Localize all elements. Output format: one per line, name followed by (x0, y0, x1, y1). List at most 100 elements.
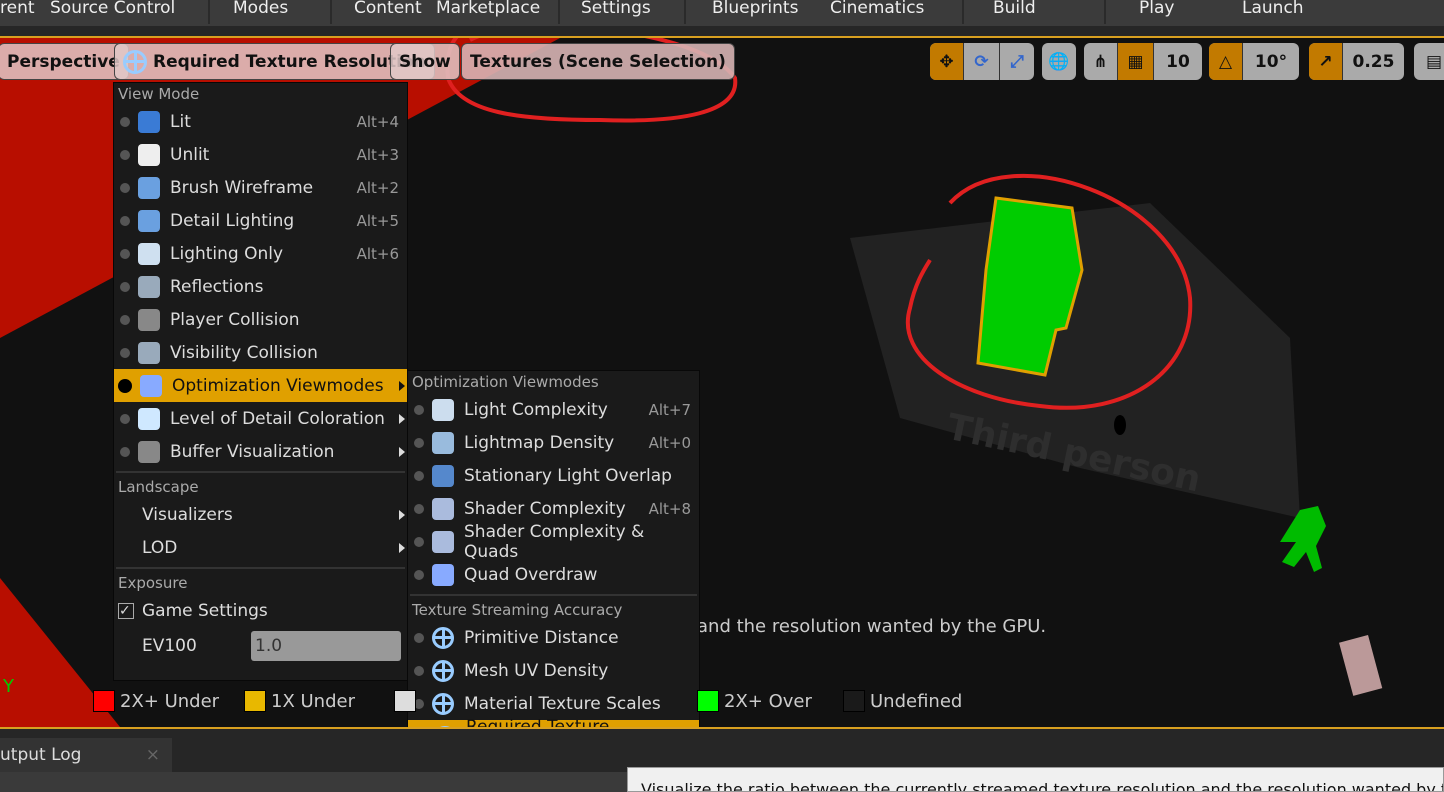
menu-content[interactable]: Content (354, 0, 422, 18)
menu-item-level-of-detail-coloration[interactable]: Level of Detail Coloration (114, 402, 407, 435)
unlit-shield-icon (138, 143, 160, 166)
menu-item-lod[interactable]: LOD (114, 531, 407, 564)
close-tab-icon[interactable]: × (146, 738, 160, 772)
menu-modes[interactable]: Modes (233, 0, 288, 18)
translate-icon[interactable]: ✥ (930, 43, 964, 80)
legend-item: 1X Under (244, 690, 355, 712)
menu-play[interactable]: Play (1139, 0, 1174, 18)
menu-item-unlit[interactable]: Unlit Alt+3 (114, 138, 407, 171)
viewport-hint-text: and the resolution wanted by the GPU. (697, 616, 1047, 637)
menu-item-visualizers[interactable]: Visualizers (114, 498, 407, 531)
output-log-tab[interactable]: utput Log × (0, 738, 172, 772)
submenu-item-lightmap-density[interactable]: Lightmap Density Alt+0 (408, 426, 699, 459)
menu-content-browser[interactable]: rent (0, 0, 35, 18)
item-label: Shader Complexity (464, 498, 626, 519)
item-label: Shader Complexity & Quads (464, 521, 645, 562)
perspective-button[interactable]: Perspective (0, 43, 129, 80)
menu-blueprints[interactable]: Blueprints (712, 0, 798, 18)
item-label: Mesh UV Density (464, 660, 609, 681)
ev100-spinbox[interactable]: 1.0 (251, 631, 401, 661)
submenu-item-mesh-uv-density[interactable]: Mesh UV Density (408, 654, 699, 687)
item-label: Lit (170, 111, 191, 132)
item-label: Level of Detail Coloration (170, 408, 385, 429)
rotation-snap-value[interactable]: 10° (1243, 43, 1299, 80)
game-settings-checkbox[interactable]: ✓ Game Settings (114, 594, 407, 627)
lightmap-density-icon (432, 431, 454, 454)
shadow-marker (1114, 415, 1126, 435)
submenu-item-light-complexity[interactable]: Light Complexity Alt+7 (408, 393, 699, 426)
radio-indicator (120, 446, 130, 457)
submenu-item-material-texture-scales[interactable]: Material Texture Scales (408, 687, 699, 720)
radio-indicator (120, 248, 130, 259)
submenu-item-stationary-light-overlap[interactable]: Stationary Light Overlap (408, 459, 699, 492)
menu-item-detail-lighting[interactable]: Detail Lighting Alt+5 (114, 204, 407, 237)
legend-label: 2X+ Under (120, 690, 220, 712)
item-label: Detail Lighting (170, 210, 295, 231)
grid-snap-icon[interactable]: ▦ (1118, 43, 1154, 80)
radio-indicator (120, 413, 130, 424)
menu-item-player-collision[interactable]: Player Collision (114, 303, 407, 336)
globe-icon: 🌐 (1048, 51, 1070, 72)
surface-snap-icon[interactable]: ⋔ (1084, 43, 1118, 80)
show-button[interactable]: Show (390, 43, 460, 80)
exposure-header: Exposure (118, 574, 188, 592)
item-label: Reflections (170, 276, 264, 297)
item-label: Brush Wireframe (170, 177, 314, 198)
submenu-item-shader-complexity[interactable]: Shader Complexity Alt+8 (408, 492, 699, 525)
ev100-row: EV100 1.0 (114, 627, 407, 665)
divider (116, 567, 405, 569)
character-figure (1280, 506, 1326, 572)
grid-snap-value[interactable]: 10 (1154, 43, 1202, 80)
textures-scene-selection-button[interactable]: Textures (Scene Selection) (461, 43, 735, 80)
menu-item-optimization-viewmodes[interactable]: Optimization Viewmodes (114, 369, 407, 402)
rotation-snap-icon[interactable]: △ (1209, 43, 1243, 80)
quad-overdraw-icon (432, 563, 454, 586)
menu-cinematics[interactable]: Cinematics (830, 0, 924, 18)
world-local-toggle[interactable]: 🌐 (1042, 43, 1076, 80)
legend-item (394, 690, 421, 712)
menu-marketplace[interactable]: Marketplace (436, 0, 540, 18)
player-start-icon (1339, 634, 1383, 696)
radio-indicator (120, 314, 130, 325)
menu-item-buffer-visualization[interactable]: Buffer Visualization (114, 435, 407, 468)
scale-snap-icon[interactable]: ↗ (1309, 43, 1343, 80)
viewmode-button[interactable]: Required Texture Resolution (114, 43, 435, 80)
shortcut-label: Alt+2 (356, 178, 399, 197)
menu-settings[interactable]: Settings (581, 0, 651, 18)
item-label: Visibility Collision (170, 342, 318, 363)
menu-item-lit[interactable]: Lit Alt+4 (114, 105, 407, 138)
shader-complexity-quads-icon (432, 530, 454, 553)
scale-snap-value[interactable]: 0.25 (1343, 43, 1404, 80)
visibility-collision-icon (138, 341, 160, 364)
item-label: Light Complexity (464, 399, 608, 420)
show-label: Show (399, 51, 451, 72)
radio-indicator (120, 215, 130, 226)
ev100-value: 1.0 (255, 636, 283, 656)
menu-build[interactable]: Build (993, 0, 1036, 18)
item-label: Player Collision (170, 309, 300, 330)
menu-item-brush-wireframe[interactable]: Brush Wireframe Alt+2 (114, 171, 407, 204)
stationary-light-overlap-icon (432, 464, 454, 487)
texture-streaming-icon (432, 692, 454, 715)
scale-icon[interactable]: ⤢ (1000, 43, 1034, 80)
lod-coloration-icon (138, 407, 160, 430)
menu-item-reflections[interactable]: Reflections (114, 270, 407, 303)
lod-label: LOD (142, 537, 178, 558)
menu-item-visibility-collision[interactable]: Visibility Collision (114, 336, 407, 369)
item-label: Lighting Only (170, 243, 284, 264)
radio-indicator (120, 182, 130, 193)
optimization-grid-icon (140, 374, 162, 397)
shortcut-label: Alt+7 (648, 400, 691, 419)
menu-item-lighting-only[interactable]: Lighting Only Alt+6 (114, 237, 407, 270)
menu-source-control[interactable]: Source Control (50, 0, 175, 18)
submenu-item-primitive-distance[interactable]: Primitive Distance (408, 621, 699, 654)
menu-launch[interactable]: Launch (1242, 0, 1304, 18)
toolbar-strip (0, 26, 1444, 36)
radio-indicator (414, 470, 424, 481)
camera-speed-button[interactable]: ▤ (1414, 43, 1444, 80)
submenu-item-quad-overdraw[interactable]: Quad Overdraw (408, 558, 699, 591)
item-label: Primitive Distance (464, 627, 619, 648)
divider (208, 0, 210, 24)
rotate-icon[interactable]: ⟳ (964, 43, 1000, 80)
submenu-item-shader-complexity-quads[interactable]: Shader Complexity & Quads (408, 522, 699, 562)
